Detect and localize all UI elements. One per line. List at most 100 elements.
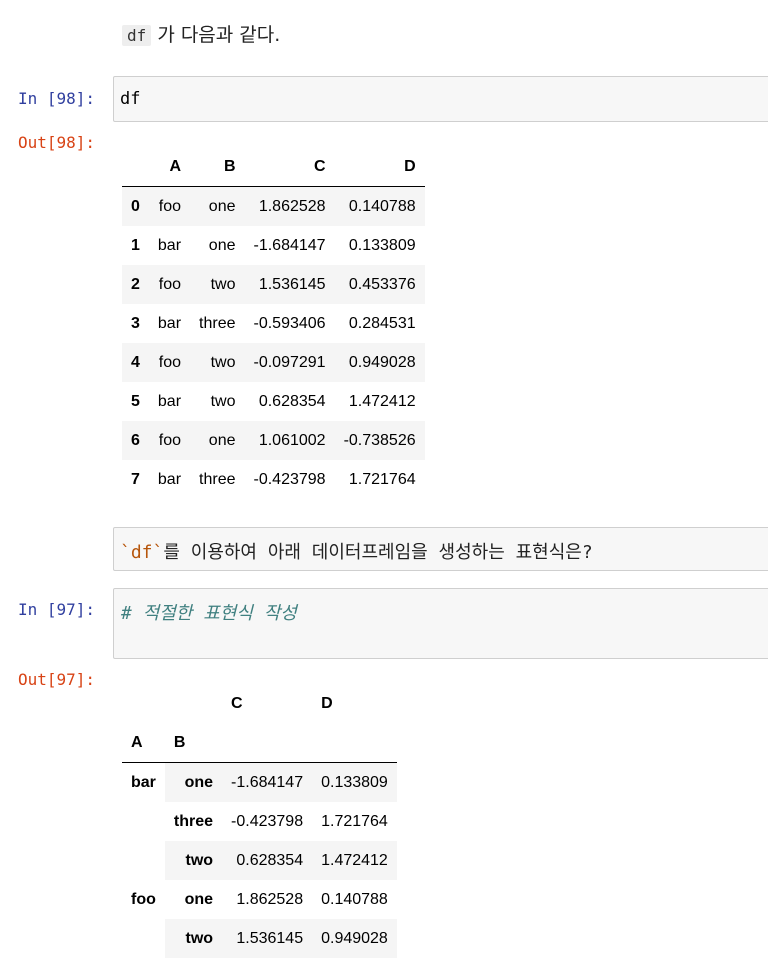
row-index: 4 [131, 353, 140, 371]
question-text[interactable]: `df`를 이용하여 아래 데이터프레임을 생성하는 표현식은? [120, 538, 593, 564]
row-index-b: one [164, 880, 223, 919]
header-spacer [312, 723, 397, 763]
table-row: 5 bar two 0.628354 1.472412 [122, 382, 425, 421]
column-header-c: C [231, 694, 243, 712]
table-cell-d: 1.721764 [348, 470, 416, 488]
table-cell-b: one [208, 197, 236, 215]
in-prompt-97: In [97]: [18, 600, 96, 619]
code-cell-97[interactable]: # 적절한 표현식 작성 [113, 588, 768, 659]
table-cell-c: 1.061002 [258, 431, 326, 449]
table-cell-b: two [210, 392, 236, 410]
column-header-a: A [148, 147, 191, 187]
row-index: 0 [131, 197, 140, 215]
row-index: 1 [131, 236, 140, 254]
row-index: 5 [131, 392, 140, 410]
row-index: 7 [131, 470, 140, 488]
table-cell-a: foo [158, 431, 182, 449]
table-cell-b: three [199, 470, 236, 488]
column-header-b: B [190, 147, 245, 187]
table-cell-d: 0.133809 [348, 236, 416, 254]
table-header-row-index-names: AB [122, 723, 397, 763]
row-index-b: two [164, 841, 223, 880]
table-row: bar one -1.684147 0.133809 [122, 762, 397, 880]
table-cell-b: two [210, 275, 236, 293]
table-cell-c: 0.628354 [222, 841, 313, 880]
dataframe-table: ABCD 0 foo one 1.862528 0.140788 1 bar one -1.68… [122, 147, 425, 499]
table-cell-d: 1.472412 [348, 392, 416, 410]
row-index: 6 [131, 431, 140, 449]
table-row: 6 foo one 1.061002 -0.738526 [122, 421, 425, 460]
row-index-b: one [164, 762, 223, 802]
table-row: 7 bar three -0.423798 1.721764 [122, 460, 425, 499]
output-97: CD AB bar one -1.684147 0.133809 three -0.423… [122, 684, 397, 958]
table-cell-c: 1.862528 [258, 197, 326, 215]
table-row: 1 bar one -1.684147 0.133809 [122, 226, 425, 265]
group-index-a: bar [122, 762, 165, 880]
table-cell-d: 0.140788 [321, 890, 388, 908]
table-cell-a: foo [158, 275, 182, 293]
table-cell-d: 0.453376 [348, 275, 416, 293]
table-cell-d: 0.133809 [312, 762, 397, 802]
markdown-cell-intro[interactable]: df 가 다음과 같다. [122, 20, 280, 47]
table-cell-a: foo [158, 353, 182, 371]
out-prompt-98: Out[98]: [18, 133, 96, 152]
table-cell-d: 0.140788 [348, 197, 416, 215]
table-cell-b: three [199, 314, 236, 332]
table-cell-c: -0.423798 [231, 812, 304, 830]
table-row: 4 foo two -0.097291 0.949028 [122, 343, 425, 382]
table-cell-a: bar [157, 236, 182, 254]
row-index-b: three [164, 802, 223, 841]
table-cell-c: 1.536145 [258, 275, 326, 293]
question-inline-code: `df` [120, 542, 164, 563]
table-row: 0 foo one 1.862528 0.140788 [122, 186, 425, 226]
table-cell-d: 1.721764 [321, 812, 388, 830]
table-cell-a: bar [157, 470, 182, 488]
table-cell-d: 0.949028 [348, 353, 416, 371]
out-prompt-97: Out[97]: [18, 670, 96, 689]
table-cell-c: 0.628354 [258, 392, 326, 410]
table-header-row: ABCD [122, 147, 425, 187]
table-row: foo one 1.862528 0.140788 [122, 880, 397, 958]
table-cell-d: 0.949028 [312, 919, 397, 958]
row-index: 2 [131, 275, 140, 293]
table-cell-a: bar [157, 314, 182, 332]
code-cell-98[interactable]: df [113, 76, 768, 122]
table-row: 3 bar three -0.593406 0.284531 [122, 304, 425, 343]
header-spacer [222, 723, 313, 763]
column-header-c: C [244, 147, 335, 187]
table-cell-b: two [210, 353, 236, 371]
table-cell-d: -0.738526 [343, 431, 416, 449]
question-text-segment: 를 이용하여 아래 데이터프레임을 생성하는 표현식은? [163, 542, 593, 563]
table-cell-d: 0.284531 [348, 314, 416, 332]
table-cell-c: -1.684147 [253, 236, 326, 254]
column-header-d: D [334, 147, 425, 187]
table-cell-d: 1.472412 [312, 841, 397, 880]
group-index-a: foo [122, 880, 165, 958]
row-index-b: two [164, 919, 223, 958]
table-cell-a: bar [157, 392, 182, 410]
table-cell-c: -1.684147 [222, 762, 313, 802]
index-name-b: B [164, 723, 223, 763]
table-cell-c: 1.862528 [236, 890, 304, 908]
table-cell-c: -0.097291 [253, 353, 326, 371]
inline-code-df: df [122, 25, 152, 46]
index-name-a: A [122, 723, 165, 763]
table-cell-c: -0.593406 [253, 314, 326, 332]
table-row: 2 foo two 1.536145 0.453376 [122, 265, 425, 304]
table-header-row-columns: CD [122, 684, 397, 723]
table-cell-c: -0.423798 [253, 470, 326, 488]
intro-text: 가 다음과 같다. [157, 24, 281, 46]
output-98: ABCD 0 foo one 1.862528 0.140788 1 bar one -1.68… [122, 147, 425, 499]
code-comment-97[interactable]: # 적절한 표현식 작성 [121, 599, 297, 625]
table-cell-b: one [208, 431, 236, 449]
table-cell-b: one [208, 236, 236, 254]
index-header [122, 147, 149, 187]
column-header-d: D [321, 694, 333, 712]
table-cell-c: 1.536145 [222, 919, 313, 958]
markdown-cell-question[interactable]: `df`를 이용하여 아래 데이터프레임을 생성하는 표현식은? [113, 527, 768, 571]
grouped-dataframe-table: CD AB bar one -1.684147 0.133809 three -0.423… [122, 684, 397, 958]
table-cell-a: foo [158, 197, 182, 215]
code-input-98[interactable]: df [120, 89, 140, 109]
row-index: 3 [131, 314, 140, 332]
in-prompt-98: In [98]: [18, 89, 96, 108]
